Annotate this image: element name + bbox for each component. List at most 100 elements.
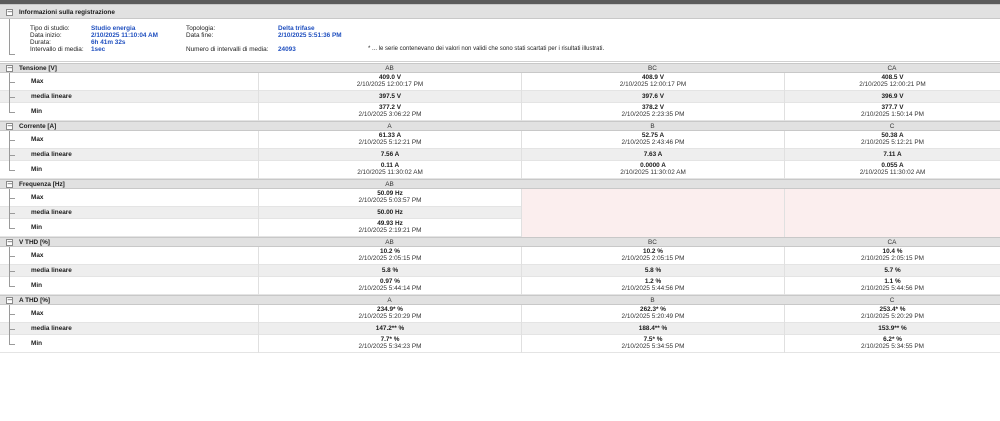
value-cell: 0.0000 A 2/10/2025 11:30:02 AM — [521, 161, 784, 179]
value-cell: 409.0 V 2/10/2025 12:00:17 PM — [258, 73, 521, 91]
value-cell: 396.9 V — [784, 91, 1000, 103]
value-cell: 52.75 A 2/10/2025 2:43:46 PM — [521, 131, 784, 149]
interval-label: Intervallo di media: — [30, 46, 84, 53]
average-value: 147.2** % — [375, 325, 405, 332]
column-header: B — [650, 297, 655, 304]
column-header: BC — [648, 65, 657, 72]
min-timestamp: 2/10/2025 5:44:56 PM — [621, 285, 685, 292]
row-min: Min 0.11 A 2/10/2025 11:30:02 AM 0.0000 A 2/… — [0, 161, 1000, 179]
row-label-avg: media lineare — [31, 325, 72, 332]
average-value: 396.9 V — [881, 93, 904, 100]
average-value: 397.6 V — [641, 93, 665, 100]
topology-value: Delta trifase — [278, 25, 315, 32]
tree-line — [9, 54, 15, 55]
end-date-label: Data fine: — [186, 32, 214, 39]
value-cell: 234.9* % 2/10/2025 5:20:29 PM — [258, 305, 521, 323]
tensione-v-section-header: − Tensione [V] AB BC CA — [0, 63, 1000, 73]
collapse-icon[interactable]: − — [6, 123, 13, 130]
average-value: 7.63 A — [643, 151, 663, 158]
value-cell: 408.9 V 2/10/2025 12:00:17 PM — [521, 73, 784, 91]
value-cell: 7.5* % 2/10/2025 5:34:55 PM — [521, 335, 784, 353]
row-label-min: Min — [31, 166, 43, 173]
info-section-title: Informazioni sulla registrazione — [19, 9, 115, 16]
row-min: Min 0.97 % 2/10/2025 5:44:14 PM 1.2 % 2/10/2… — [0, 277, 1000, 295]
min-value: 7.7* % — [380, 336, 400, 343]
row-label-max: Max — [31, 252, 44, 259]
value-cell: 10.2 % 2/10/2025 2:05:15 PM — [521, 247, 784, 265]
value-cell: 377.2 V 2/10/2025 3:06:22 PM — [258, 103, 521, 121]
collapse-icon[interactable]: − — [6, 65, 13, 72]
collapse-icon[interactable]: − — [6, 239, 13, 246]
row-label-min: Min — [31, 282, 43, 289]
value-cell: 50.00 Hz — [258, 207, 521, 219]
v-thd-section-header: − V THD [%] AB BC CA — [0, 237, 1000, 247]
min-timestamp: 2/10/2025 11:30:02 AM — [620, 169, 686, 176]
value-cell: 10.2 % 2/10/2025 2:05:15 PM — [258, 247, 521, 265]
value-cell: 0.97 % 2/10/2025 5:44:14 PM — [258, 277, 521, 295]
tree-line — [9, 286, 15, 287]
collapse-icon[interactable]: − — [6, 297, 13, 304]
value-cell: 5.8 % — [258, 265, 521, 277]
average-value: 5.8 % — [644, 267, 662, 274]
average-value: 397.5 V — [378, 93, 402, 100]
row-label-max: Max — [31, 194, 44, 201]
value-cell: 397.5 V — [258, 91, 521, 103]
info-section-header: − Informazioni sulla registrazione — [0, 4, 1000, 19]
value-cell: 7.11 A — [784, 149, 1000, 161]
row-max: Max 409.0 V 2/10/2025 12:00:17 PM 408.9 V 2/… — [0, 73, 1000, 91]
end-date-value: 2/10/2025 5:51:36 PM — [278, 32, 342, 39]
min-timestamp: 2/10/2025 3:06:22 PM — [358, 111, 422, 118]
value-cell: 262.3* % 2/10/2025 5:20:49 PM — [521, 305, 784, 323]
tree-line — [9, 97, 15, 98]
row-label-min: Min — [31, 224, 43, 231]
min-value: 6.2* % — [883, 336, 902, 343]
row-avg: media lineare 397.5 V 397.6 V 396.9 V — [0, 91, 1000, 103]
max-timestamp: 2/10/2025 2:43:46 PM — [621, 139, 685, 146]
max-value: 10.2 % — [380, 248, 400, 255]
min-timestamp: 2/10/2025 11:30:02 AM — [859, 169, 926, 176]
max-timestamp: 2/10/2025 5:20:29 PM — [358, 313, 422, 320]
min-timestamp: 2/10/2025 11:30:02 AM — [357, 169, 423, 176]
value-cell: 7.56 A — [258, 149, 521, 161]
min-value: 377.2 V — [378, 104, 402, 111]
average-value: 7.11 A — [883, 151, 902, 158]
interval-count-label: Numero di intervalli di media: — [186, 46, 269, 53]
column-header: C — [889, 297, 895, 304]
duration-label: Durata: — [30, 39, 51, 46]
start-date-value: 2/10/2025 11:10:04 AM — [91, 32, 158, 39]
tree-line — [9, 155, 15, 156]
value-cell — [784, 207, 1000, 219]
row-max: Max 10.2 % 2/10/2025 2:05:15 PM 10.2 % 2/10/… — [0, 247, 1000, 265]
collapse-icon[interactable]: − — [6, 181, 13, 188]
row-label-avg: media lineare — [31, 151, 72, 158]
min-timestamp: 2/10/2025 5:44:56 PM — [861, 285, 924, 292]
min-value: 1.2 % — [644, 278, 662, 285]
tree-line — [9, 256, 15, 257]
row-label-max: Max — [31, 310, 44, 317]
tree-line — [9, 19, 10, 54]
tree-line — [9, 271, 15, 272]
row-label-avg: media lineare — [31, 209, 72, 216]
column-header: BC — [648, 239, 657, 246]
tree-line — [9, 329, 15, 330]
value-cell: 0.11 A 2/10/2025 11:30:02 AM — [258, 161, 521, 179]
max-value: 408.9 V — [641, 74, 665, 81]
max-value: 10.2 % — [643, 248, 663, 255]
min-timestamp: 2/10/2025 5:34:55 PM — [621, 343, 685, 350]
start-date-label: Data inizio: — [30, 32, 62, 39]
invalid-values-note: * ... le serie contenevano dei valori no… — [368, 46, 605, 52]
value-cell — [784, 189, 1000, 207]
max-value: 408.5 V — [881, 74, 904, 81]
collapse-icon[interactable]: − — [6, 9, 13, 16]
row-min: Min 377.2 V 2/10/2025 3:06:22 PM 378.2 V 2/1… — [0, 103, 1000, 121]
max-timestamp: 2/10/2025 2:05:15 PM — [621, 255, 685, 262]
interval-value: 1sec — [91, 46, 106, 53]
min-value: 0.0000 A — [640, 162, 666, 169]
tree-line — [9, 219, 10, 228]
value-cell: 408.5 V 2/10/2025 12:00:21 PM — [784, 73, 1000, 91]
row-label-min: Min — [31, 108, 43, 115]
average-value: 5.8 % — [381, 267, 399, 274]
min-timestamp: 2/10/2025 5:34:23 PM — [358, 343, 422, 350]
interval-count-value: 24093 — [278, 46, 296, 53]
tree-line — [9, 314, 15, 315]
